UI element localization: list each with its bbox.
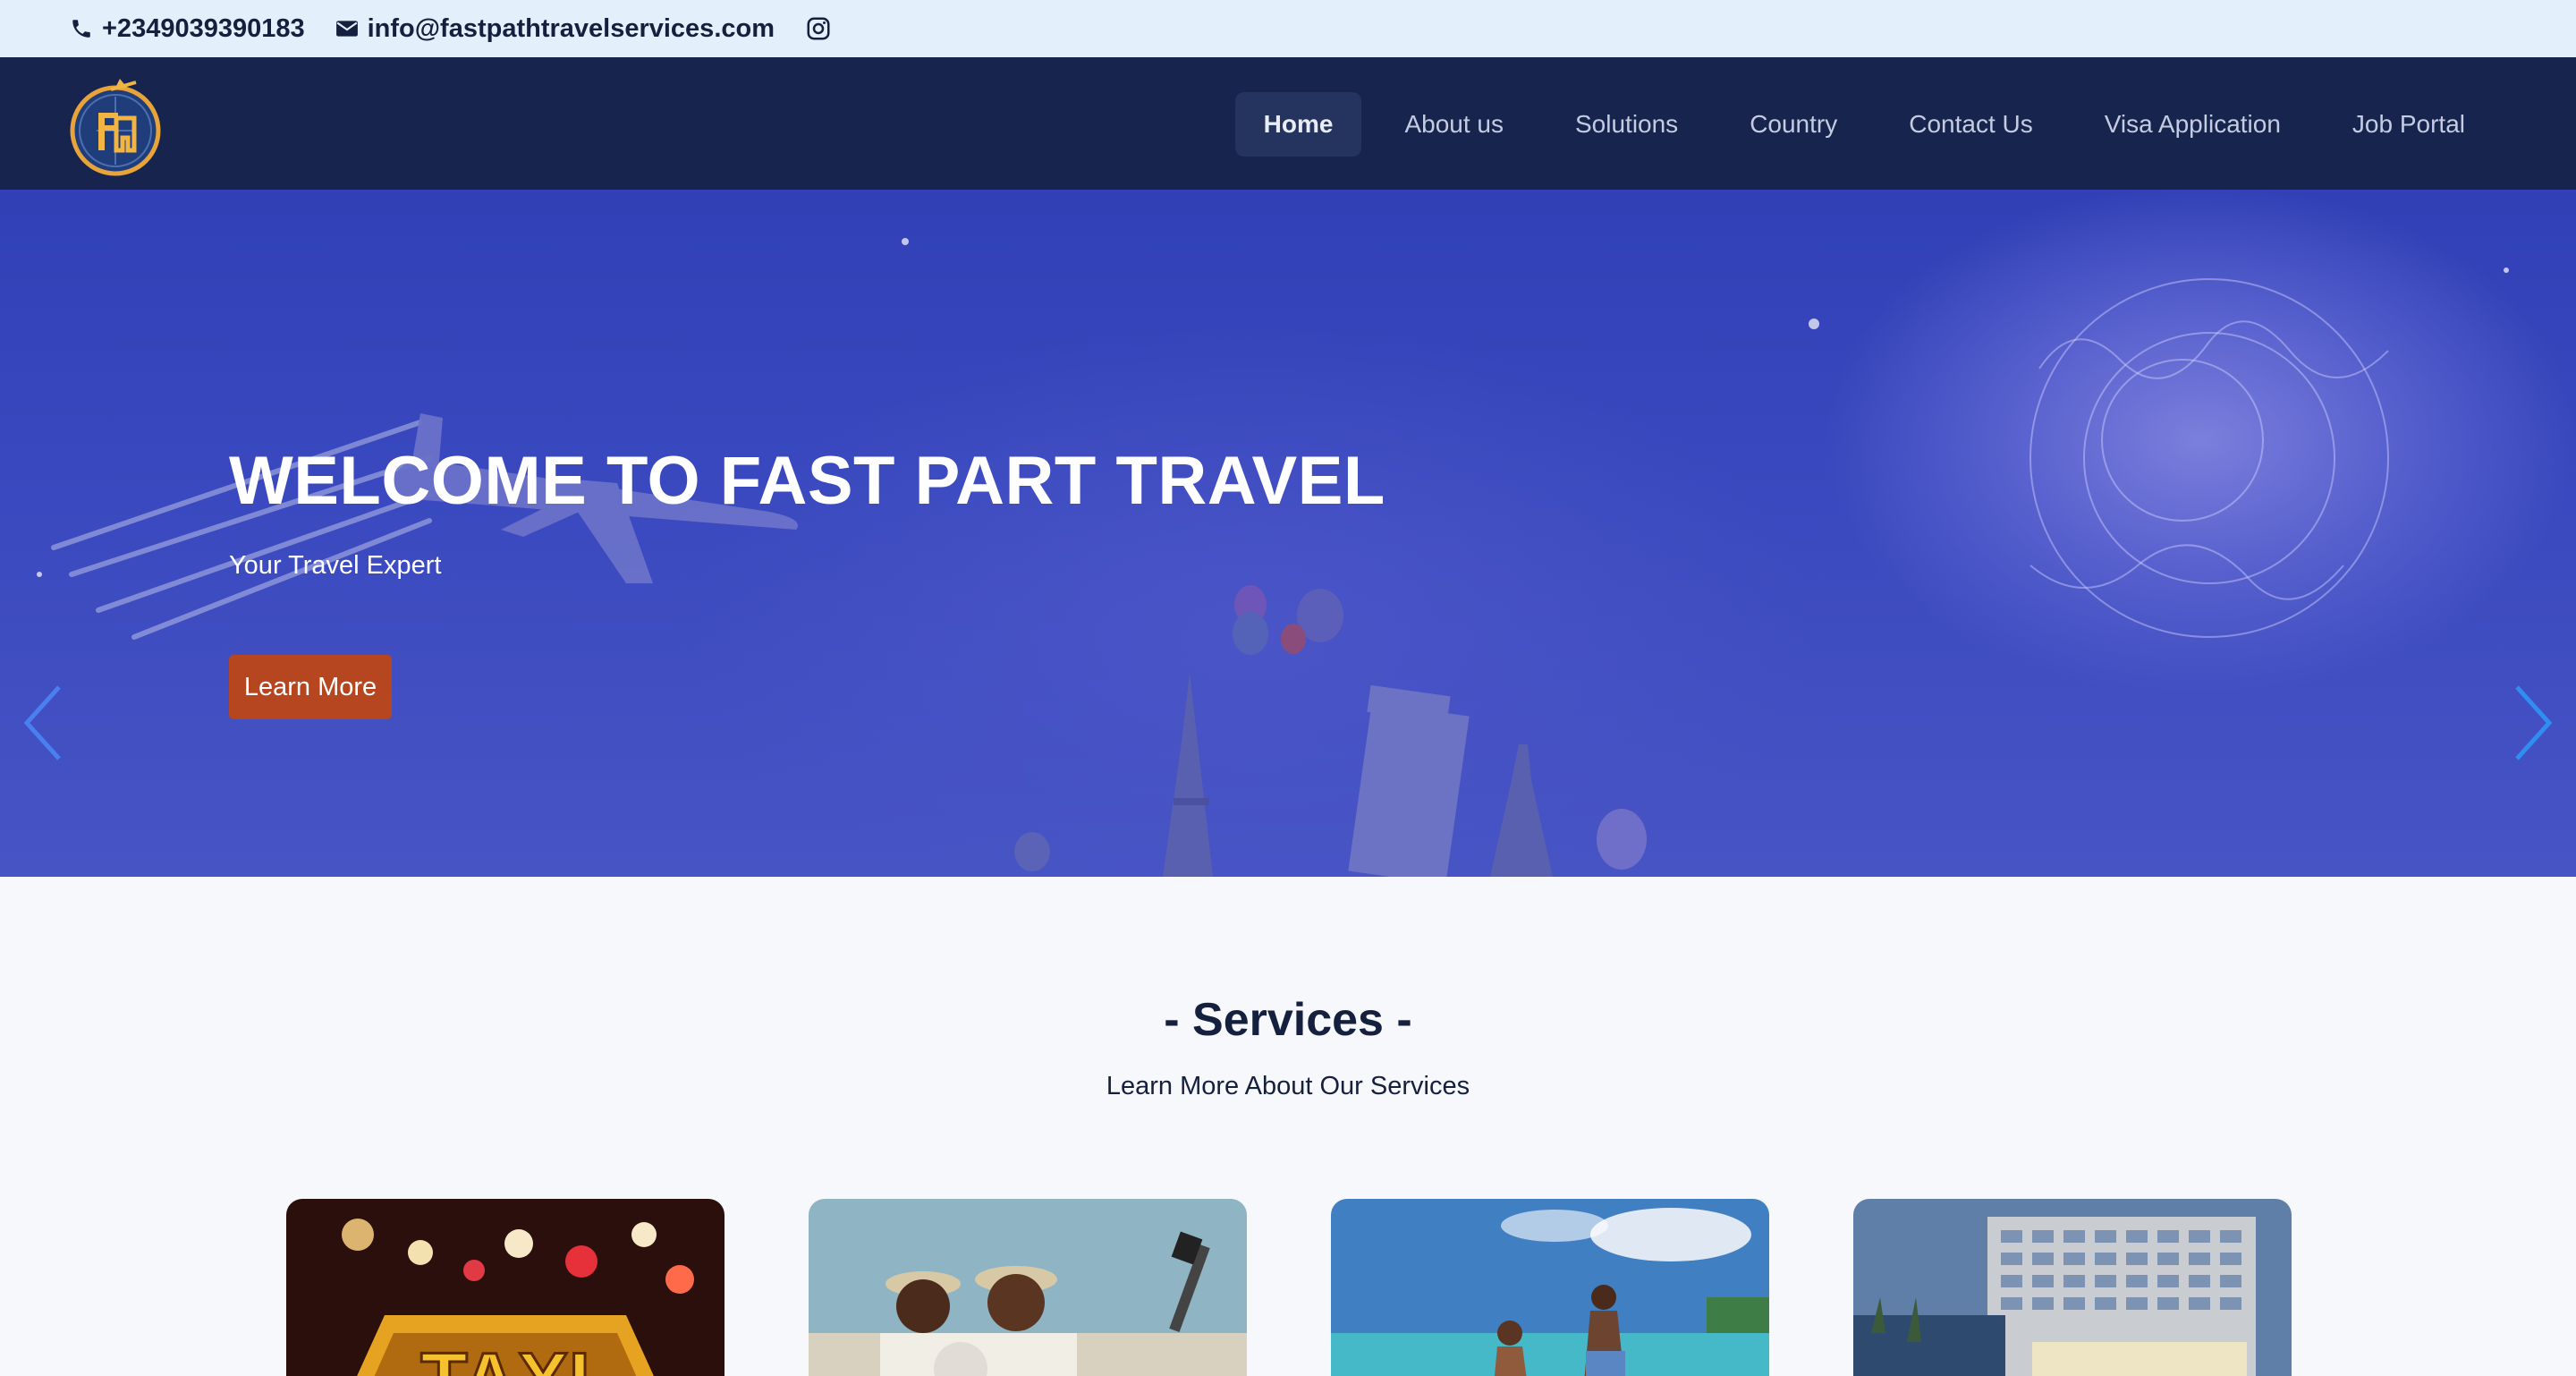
services-heading: - Services -: [1164, 994, 1412, 1046]
hero-carousel: WELCOME TO FAST PART TRAVEL Your Travel …: [0, 190, 2576, 877]
nav-contact-us[interactable]: Contact Us: [1880, 92, 2062, 157]
nav-about-us[interactable]: About us: [1376, 92, 1532, 157]
nav-home[interactable]: Home: [1234, 92, 1362, 157]
email-contact[interactable]: info@fastpathtravelservices.com: [335, 14, 775, 44]
learn-more-button[interactable]: Learn More: [229, 655, 392, 719]
phone-contact[interactable]: +2349039390183: [70, 14, 305, 44]
top-contact-bar: +2349039390183 info@fastpathtravelservic…: [0, 0, 2576, 57]
mail-icon: [335, 19, 359, 38]
hotel-image: [1853, 1199, 2292, 1376]
beach-couple-image: [1331, 1199, 1769, 1376]
service-card-family-tour[interactable]: [809, 1199, 1247, 1376]
nav-country[interactable]: Country: [1721, 92, 1866, 157]
nav-visa-application[interactable]: Visa Application: [2076, 92, 2309, 157]
service-card-hotel[interactable]: [1853, 1199, 2292, 1376]
instagram-icon: [805, 15, 832, 42]
brand-logo[interactable]: [68, 73, 163, 177]
nav-job-portal[interactable]: Job Portal: [2324, 92, 2494, 157]
chevron-right-icon: [2515, 685, 2553, 760]
instagram-link[interactable]: [805, 15, 832, 42]
taxi-image: TAXI: [286, 1199, 724, 1376]
services-subheading: Learn More About Our Services: [1106, 1072, 1470, 1100]
phone-number: +2349039390183: [102, 13, 305, 43]
nav-solutions[interactable]: Solutions: [1546, 92, 1707, 157]
main-navbar: Home About us Solutions Country Contact …: [0, 57, 2576, 190]
chevron-left-icon: [23, 685, 61, 760]
service-card-taxi[interactable]: TAXI: [286, 1199, 724, 1376]
family-selfie-image: [809, 1199, 1247, 1376]
carousel-prev-arrow[interactable]: [16, 680, 70, 766]
service-card-holiday[interactable]: [1331, 1199, 1769, 1376]
carousel-next-arrow[interactable]: [2506, 680, 2560, 766]
email-address: info@fastpathtravelservices.com: [367, 13, 775, 43]
taxi-sign-text: TAXI: [420, 1338, 590, 1376]
hero-title: WELCOME TO FAST PART TRAVEL: [229, 443, 1385, 519]
primary-nav: Home About us Solutions Country Contact …: [1234, 92, 2494, 157]
hero-background-image: [37, 238, 2509, 877]
phone-icon: [70, 17, 93, 40]
hero-subtitle: Your Travel Expert: [229, 551, 442, 580]
